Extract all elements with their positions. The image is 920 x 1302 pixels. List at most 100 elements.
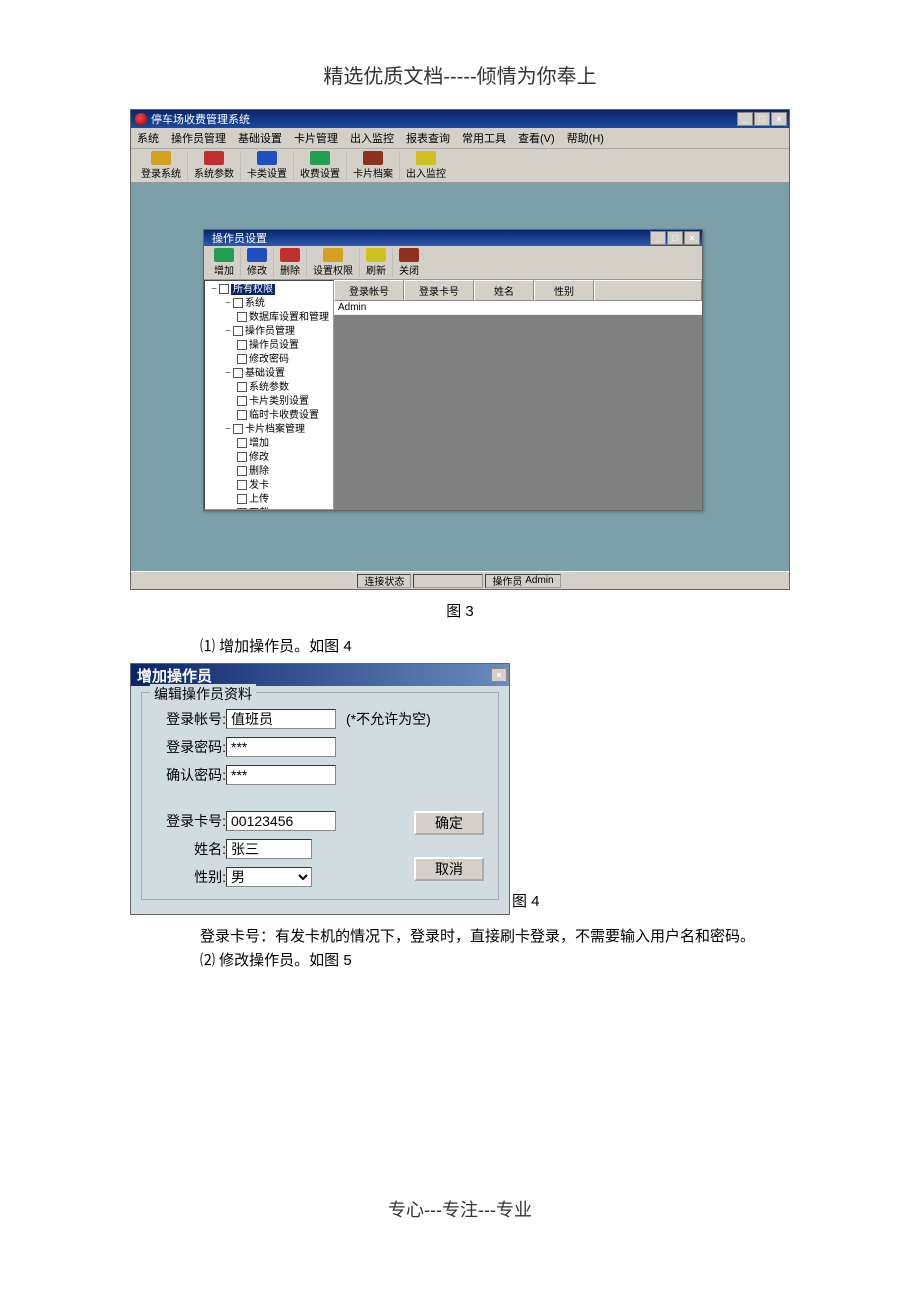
menu-item[interactable]: 出入监控 <box>350 130 394 146</box>
text-card-note: 登录卡号：有发卡机的情况下，登录时，直接刷卡登录，不需要输入用户名和密码。 <box>130 925 790 949</box>
fig3-caption: 图 3 <box>130 590 790 635</box>
add-op-close-button[interactable]: × <box>491 668 507 682</box>
tree-db[interactable]: 数据库设置和管理 <box>249 312 329 323</box>
inner-minimize-button[interactable]: _ <box>650 231 666 245</box>
cell-account: Admin <box>334 301 404 314</box>
status-operator: 操作员 Admin <box>485 574 560 588</box>
page-header: 精选优质文档-----倾情为你奉上 <box>0 0 920 109</box>
group-label: 编辑操作员资料 <box>150 684 256 704</box>
key-icon <box>151 151 171 165</box>
col-name[interactable]: 姓名 <box>474 280 534 301</box>
tool-label: 系统参数 <box>194 165 234 180</box>
col-account[interactable]: 登录帐号 <box>334 280 404 301</box>
inner-title: 操作员设置 <box>212 230 267 246</box>
money-icon <box>310 151 330 165</box>
gear-icon <box>204 151 224 165</box>
monitor-icon <box>416 151 436 165</box>
col-gender[interactable]: 性别 <box>534 280 594 301</box>
inner-titlebar: 操作员设置 _ □ × <box>204 230 702 246</box>
menubar: 系统 操作员管理 基础设置 卡片管理 出入监控 报表查询 常用工具 查看(V) … <box>131 128 789 149</box>
ok-button[interactable]: 确定 <box>414 811 484 835</box>
tree-system[interactable]: 系统 <box>245 298 265 309</box>
maximize-button[interactable]: □ <box>754 112 770 126</box>
tree-issue[interactable]: 发卡 <box>249 480 269 491</box>
tool-label: 增加 <box>214 262 234 277</box>
tree-root[interactable]: 所有权限 <box>231 284 275 295</box>
permission-tree[interactable]: −所有权限 −系统 数据库设置和管理 −操作员管理 操作员设置 修改密码 −基础… <box>204 280 334 510</box>
tool-add[interactable]: 增加 <box>208 248 241 277</box>
tool-cardtype[interactable]: 卡类设置 <box>241 151 294 180</box>
tree-opmgr[interactable]: 操作员管理 <box>245 326 295 337</box>
minimize-button[interactable]: _ <box>737 112 753 126</box>
list-row[interactable]: Admin <box>334 301 702 315</box>
card-input[interactable] <box>226 811 336 831</box>
app-icon <box>135 113 147 125</box>
tree-cardtype[interactable]: 卡片类别设置 <box>249 396 309 407</box>
account-note: (*不允许为空) <box>346 709 431 729</box>
tool-label: 设置权限 <box>313 262 353 277</box>
cancel-button[interactable]: 取消 <box>414 857 484 881</box>
tree-sysparam[interactable]: 系统参数 <box>249 382 289 393</box>
close-button[interactable]: × <box>771 112 787 126</box>
menu-item[interactable]: 报表查询 <box>406 130 450 146</box>
perm-icon <box>323 248 343 262</box>
account-input[interactable] <box>226 709 336 729</box>
add-op-title: 增加操作员 <box>137 665 212 686</box>
exit-icon <box>399 248 419 262</box>
tree-add[interactable]: 增加 <box>249 438 269 449</box>
status-conn-value <box>413 574 483 588</box>
tool-label: 卡类设置 <box>247 165 287 180</box>
add-op-titlebar: 增加操作员 × <box>131 664 509 686</box>
tool-sysparam[interactable]: 系统参数 <box>188 151 241 180</box>
name-input[interactable] <box>226 839 312 859</box>
tree-opset[interactable]: 操作员设置 <box>249 340 299 351</box>
tree-edit[interactable]: 修改 <box>249 452 269 463</box>
edit-icon <box>247 248 267 262</box>
col-card[interactable]: 登录卡号 <box>404 280 474 301</box>
page-footer: 专心---专注---专业 <box>0 1196 920 1222</box>
inner-toolbar: 增加 修改 删除 设置权限 刷新 关闭 <box>204 246 702 280</box>
car-icon <box>257 151 277 165</box>
menu-item[interactable]: 常用工具 <box>462 130 506 146</box>
main-toolbar: 登录系统 系统参数 卡类设置 收费设置 卡片档案 出入监控 <box>131 149 789 183</box>
menu-item[interactable]: 系统 <box>137 130 159 146</box>
tool-label: 出入监控 <box>406 165 446 180</box>
tool-close[interactable]: 关闭 <box>393 248 425 277</box>
menu-item[interactable]: 基础设置 <box>238 130 282 146</box>
tree-upload[interactable]: 上传 <box>249 494 269 505</box>
app-body: 操作员设置 _ □ × 增加 修改 删除 设置权限 刷新 关闭 <box>131 183 789 571</box>
tool-feesetting[interactable]: 收费设置 <box>294 151 347 180</box>
tool-label: 修改 <box>247 262 267 277</box>
menu-item[interactable]: 卡片管理 <box>294 130 338 146</box>
tool-delete[interactable]: 删除 <box>274 248 307 277</box>
tree-download[interactable]: 下载 <box>249 508 269 510</box>
tree-del[interactable]: 删除 <box>249 466 269 477</box>
tool-cardfile[interactable]: 卡片档案 <box>347 151 400 180</box>
inner-maximize-button[interactable]: □ <box>667 231 683 245</box>
plus-icon <box>214 248 234 262</box>
gender-select[interactable]: 男 <box>226 867 312 887</box>
tree-basic[interactable]: 基础设置 <box>245 368 285 379</box>
tree-tempfee[interactable]: 临时卡收费设置 <box>249 410 319 421</box>
pwd-input[interactable] <box>226 737 336 757</box>
pwd2-label: 确认密码: <box>150 765 226 785</box>
card-label: 登录卡号: <box>150 811 226 831</box>
account-label: 登录帐号: <box>150 709 226 729</box>
tree-cardfile[interactable]: 卡片档案管理 <box>245 424 305 435</box>
operator-settings-dialog: 操作员设置 _ □ × 增加 修改 删除 设置权限 刷新 关闭 <box>203 229 703 511</box>
menu-item[interactable]: 帮助(H) <box>567 130 604 146</box>
menu-item[interactable]: 操作员管理 <box>171 130 226 146</box>
tree-chpwd[interactable]: 修改密码 <box>249 354 289 365</box>
tool-edit[interactable]: 修改 <box>241 248 274 277</box>
menu-item[interactable]: 查看(V) <box>518 130 555 146</box>
name-label: 姓名: <box>150 839 226 859</box>
list-empty-area <box>334 315 702 510</box>
tool-perm[interactable]: 设置权限 <box>307 248 360 277</box>
pwd2-input[interactable] <box>226 765 336 785</box>
refresh-icon <box>366 248 386 262</box>
tool-login[interactable]: 登录系统 <box>135 151 188 180</box>
inner-close-button[interactable]: × <box>684 231 700 245</box>
tool-refresh[interactable]: 刷新 <box>360 248 393 277</box>
pwd-label: 登录密码: <box>150 737 226 757</box>
tool-monitor[interactable]: 出入监控 <box>400 151 452 180</box>
